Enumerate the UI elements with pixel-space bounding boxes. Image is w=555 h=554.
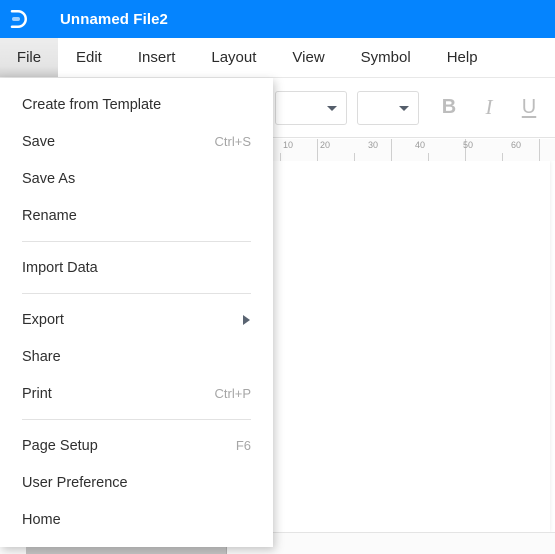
ruler-tick-minor [354, 153, 355, 161]
menu-item-label: Page Setup [22, 437, 98, 454]
ruler-label: 30 [368, 140, 379, 150]
chevron-right-icon [243, 314, 250, 325]
file-menu-item-user-preference[interactable]: User Preference [0, 464, 273, 501]
menu-tab-file-label: File [16, 49, 42, 66]
italic-button[interactable]: I [469, 91, 509, 125]
menu-separator [22, 241, 251, 242]
ruler-tick-major [391, 139, 392, 161]
ruler-tick-minor [502, 153, 503, 161]
menu-item-label: Share [22, 348, 61, 365]
menu-separator [22, 419, 251, 420]
menu-tab-help-label: Help [446, 49, 478, 66]
file-menu-item-save-as[interactable]: Save As [0, 160, 273, 197]
file-menu-item-home[interactable]: Home [0, 501, 273, 538]
file-menu-item-save[interactable]: Save Ctrl+S [0, 123, 273, 160]
menu-bar: File Edit Insert Layout View Symbol Help [0, 38, 555, 78]
chevron-down-icon [327, 105, 337, 111]
underline-button[interactable]: U [509, 91, 549, 125]
title-bar: Unnamed File2 [0, 0, 555, 38]
ruler-label: 50 [463, 140, 474, 150]
menu-item-shortcut: Ctrl+S [214, 134, 251, 149]
application-window: Unnamed File2 File Edit Insert Layout Vi… [0, 0, 555, 554]
menu-item-label: Rename [22, 207, 77, 224]
edrawmax-logo-icon[interactable] [0, 0, 38, 38]
menu-tab-file[interactable]: File [0, 38, 58, 77]
file-menu-item-rename[interactable]: Rename [0, 197, 273, 234]
underline-label: U [521, 96, 537, 118]
menu-tab-edit-label: Edit [76, 49, 102, 66]
menu-item-shortcut: Ctrl+P [214, 386, 251, 401]
menu-tab-insert[interactable]: Insert [120, 38, 194, 77]
menu-item-label: Import Data [22, 259, 98, 276]
menu-item-label: Home [22, 511, 61, 528]
menu-item-shortcut: F6 [235, 438, 251, 453]
menu-tab-symbol-label: Symbol [360, 49, 411, 66]
font-family-select[interactable] [275, 90, 347, 125]
menu-tab-layout[interactable]: Layout [193, 38, 274, 77]
menu-item-label: User Preference [22, 474, 128, 491]
menu-tab-view-label: View [292, 49, 325, 66]
menu-tab-symbol[interactable]: Symbol [343, 38, 429, 77]
bold-button[interactable]: B [429, 91, 469, 125]
font-size-select[interactable] [357, 90, 419, 125]
document-title: Unnamed File2 [60, 10, 168, 28]
menu-item-label: Save As [22, 170, 76, 187]
ruler-label: 40 [415, 140, 426, 150]
menu-item-label: Create from Template [22, 96, 162, 113]
file-menu-item-print[interactable]: Print Ctrl+P [0, 375, 273, 412]
menu-item-label: Print [22, 385, 52, 402]
menu-item-label: Save [22, 133, 56, 150]
ruler-tick-minor [280, 153, 281, 161]
menu-tab-view[interactable]: View [274, 38, 342, 77]
italic-label: I [485, 95, 493, 119]
file-menu-item-page-setup[interactable]: Page Setup F6 [0, 427, 273, 464]
menu-tab-layout-label: Layout [211, 49, 257, 66]
menu-tab-edit[interactable]: Edit [58, 38, 120, 77]
ruler-label: 20 [320, 140, 331, 150]
ruler-tick-minor [428, 153, 429, 161]
file-menu-item-export[interactable]: Export [0, 301, 273, 338]
ruler-label: 10 [283, 140, 294, 150]
ruler-label: 60 [511, 140, 522, 150]
menu-separator [22, 293, 251, 294]
ruler-tick-major [539, 139, 540, 161]
file-menu-item-create-from-template[interactable]: Create from Template [0, 86, 273, 123]
file-menu-item-import-data[interactable]: Import Data [0, 249, 273, 286]
menu-tab-help[interactable]: Help [429, 38, 496, 77]
chevron-down-icon [399, 105, 409, 111]
bold-label: B [441, 96, 457, 118]
file-menu-dropdown: Create from Template Save Ctrl+S Save As… [0, 78, 273, 547]
file-menu-item-share[interactable]: Share [0, 338, 273, 375]
menu-tab-insert-label: Insert [137, 49, 176, 66]
menu-item-label: Export [22, 311, 64, 328]
